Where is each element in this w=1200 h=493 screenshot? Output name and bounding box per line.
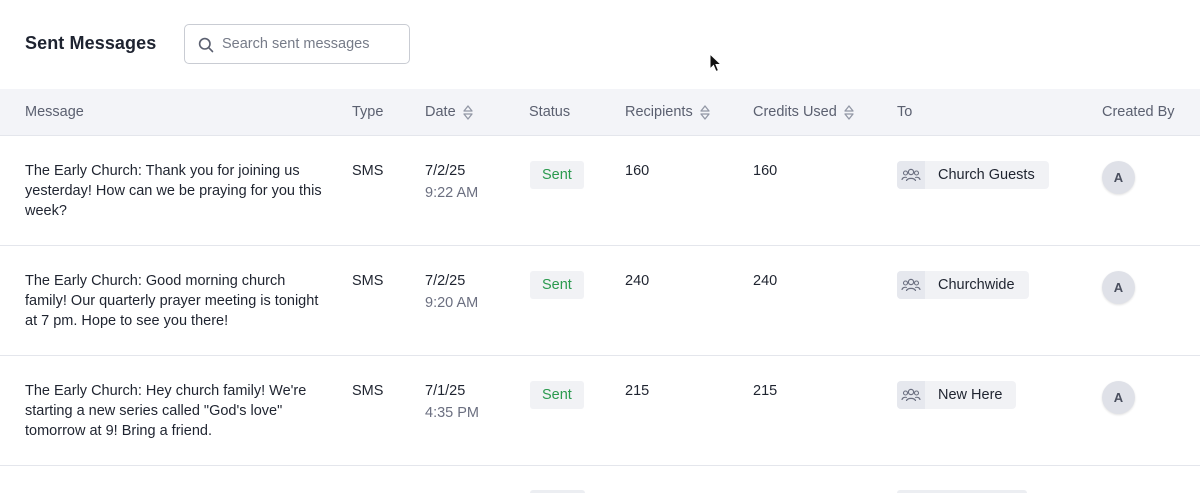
date-value: 7/2/25 [425, 273, 466, 289]
group-name: Churchwide [938, 277, 1015, 293]
date-value: 7/1/25 [425, 383, 466, 399]
recipient-group-chip[interactable]: Churchwide [897, 271, 1029, 299]
mouse-cursor [709, 53, 723, 73]
group-icon [897, 381, 925, 409]
column-header-created-by: Created By [1102, 104, 1175, 120]
table-header: Message Type Date Status Recipients Cred… [0, 89, 1200, 136]
table-row-partial [0, 466, 1200, 493]
group-name: Church Guests [938, 167, 1035, 183]
status-badge: Sent [530, 271, 584, 299]
message-date: 7/1/25 4:35 PM [425, 381, 479, 423]
credits-used: 240 [753, 273, 778, 289]
column-header-message: Message [25, 104, 84, 120]
message-date: 7/2/25 9:20 AM [425, 271, 478, 313]
column-header-type: Type [352, 104, 384, 120]
column-header-to: To [897, 104, 913, 120]
recipient-group-chip[interactable]: New Here [897, 381, 1017, 409]
avatar[interactable]: A [1102, 381, 1135, 414]
search-placeholder: Search sent messages [222, 36, 370, 52]
page-header: Sent Messages Search sent messages [0, 0, 1200, 89]
message-text: The Early Church: Thank you for joining … [25, 163, 322, 219]
search-input[interactable]: Search sent messages [184, 24, 410, 64]
credits-used: 160 [753, 163, 778, 179]
sort-icon[interactable] [462, 104, 473, 120]
avatar[interactable]: A [1102, 271, 1135, 304]
time-value: 4:35 PM [425, 405, 479, 421]
table-row[interactable]: The Early Church: Good morning church fa… [0, 246, 1200, 356]
message-text: The Early Church: Hey church family! We'… [25, 383, 307, 439]
page-title: Sent Messages [25, 33, 157, 53]
recipients-count: 215 [625, 383, 650, 399]
message-type: SMS [352, 383, 384, 399]
column-header-recipients[interactable]: Recipients [625, 104, 710, 120]
recipients-count: 240 [625, 273, 650, 289]
group-icon [897, 161, 925, 189]
time-value: 9:22 AM [425, 185, 479, 201]
message-date: 7/2/25 9:22 AM [425, 161, 478, 203]
table-row[interactable]: The Early Church: Thank you for joining … [0, 136, 1200, 246]
recipients-count: 160 [625, 163, 650, 179]
status-badge: Sent [530, 381, 584, 409]
group-name: New Here [938, 387, 1003, 403]
sort-icon[interactable] [844, 104, 854, 120]
recipient-group-chip[interactable]: Church Guests [897, 161, 1049, 189]
column-header-credits-used[interactable]: Credits Used [753, 104, 854, 120]
status-badge: Sent [530, 161, 584, 189]
sort-icon[interactable] [700, 104, 710, 120]
date-value: 7/2/25 [425, 163, 466, 179]
search-icon [198, 37, 214, 53]
avatar[interactable]: A [1102, 161, 1135, 194]
time-value: 9:20 AM [425, 295, 479, 311]
message-text: The Early Church: Good morning church fa… [25, 273, 319, 329]
column-header-date[interactable]: Date [425, 104, 473, 120]
message-type: SMS [352, 163, 384, 179]
table-row[interactable]: The Early Church: Hey church family! We'… [0, 356, 1200, 466]
message-type: SMS [352, 273, 384, 289]
group-icon [897, 271, 925, 299]
credits-used: 215 [753, 383, 778, 399]
column-header-status: Status [529, 104, 571, 120]
